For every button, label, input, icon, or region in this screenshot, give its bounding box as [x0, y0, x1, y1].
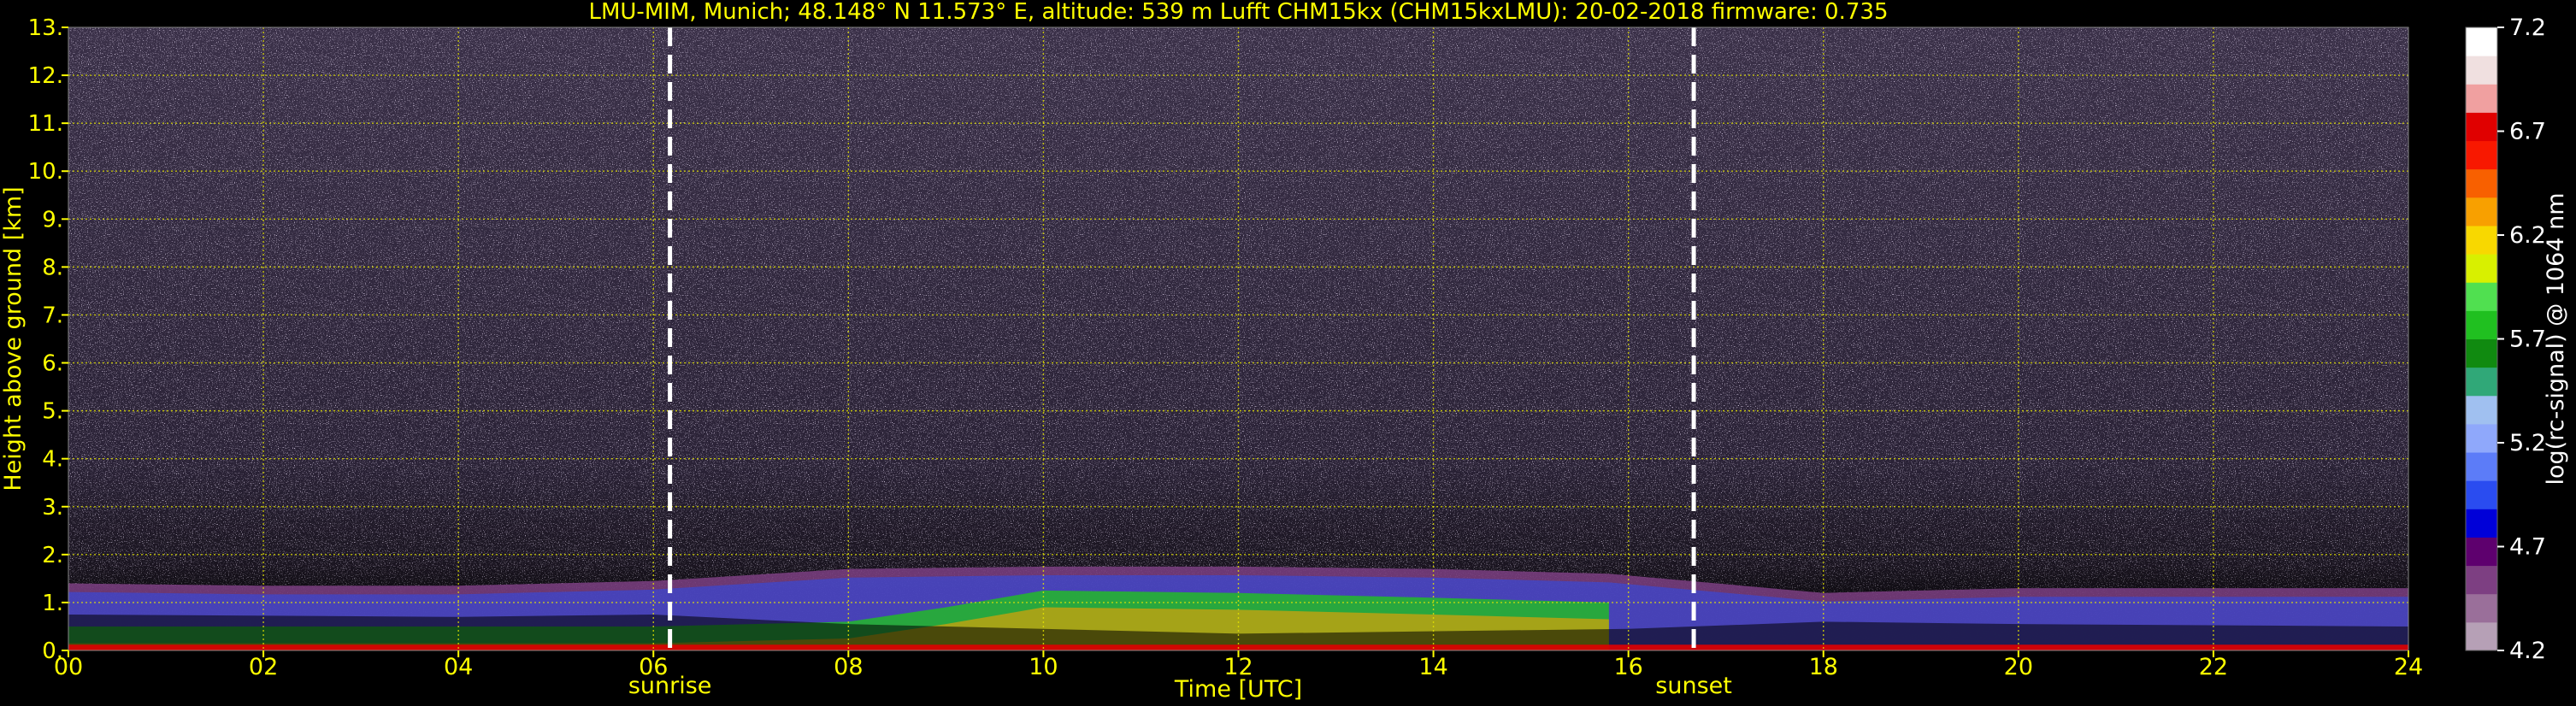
x-tick-label: 10 — [1029, 654, 1058, 680]
colorbar-segment — [2466, 282, 2497, 311]
x-tick-label: 22 — [2199, 654, 2228, 680]
x-tick-label: 06 — [639, 654, 668, 680]
x-tick-label: 00 — [54, 654, 83, 680]
colorbar-segment — [2466, 197, 2497, 227]
y-axis-label: Height above ground [km] — [0, 186, 27, 491]
colorbar-segment — [2466, 140, 2497, 170]
colorbar-segment — [2466, 225, 2497, 255]
colorbar-segment — [2466, 84, 2497, 113]
y-tick-label: 4. — [42, 447, 63, 473]
colorbar-tick-label: 5.2 — [2509, 430, 2546, 456]
y-tick-label: 13. — [28, 15, 63, 41]
chart-title: LMU-MIM, Munich; 48.148° N 11.573° E, al… — [588, 0, 1888, 25]
colorbar: 4.2 4.7 5.2 5.7 6.2 6.7 7.2 — [2465, 15, 2546, 664]
y-tick-label: 6. — [42, 351, 63, 377]
colorbar-segment — [2466, 367, 2497, 397]
colorbar-tick-label: 6.2 — [2509, 222, 2546, 249]
x-tick-label: 08 — [834, 654, 863, 680]
colorbar-segment — [2466, 621, 2497, 651]
y-tick-label: 10. — [28, 159, 63, 185]
y-tick-label: 8. — [42, 255, 63, 280]
y-axis: 0.1.2.3.4.5.6.7.8.9.10.11.12.13. — [28, 15, 68, 664]
event-label-sunset: sunset — [1655, 673, 1732, 699]
colorbar-segment — [2466, 254, 2497, 283]
x-tick-label: 04 — [444, 654, 473, 680]
colorbar-segment — [2466, 565, 2497, 595]
y-tick-label: 5. — [42, 399, 63, 425]
colorbar-segment — [2466, 593, 2497, 623]
colorbar-segment — [2466, 509, 2497, 538]
x-tick-label: 24 — [2394, 654, 2423, 680]
colorbar-segment — [2466, 480, 2497, 509]
y-tick-label: 9. — [42, 207, 63, 232]
y-tick-label: 11. — [28, 111, 63, 137]
colorbar-tick-label: 4.2 — [2509, 638, 2546, 664]
colorbar-segment — [2466, 56, 2497, 85]
colorbar-segment — [2466, 423, 2497, 453]
colorbar-segment — [2466, 452, 2497, 481]
x-tick-label: 16 — [1613, 654, 1642, 680]
colorbar-segment — [2466, 537, 2497, 567]
colorbar-label: log(rc-signal) @ 1064 nm — [2543, 192, 2569, 485]
x-tick-label: 02 — [249, 654, 278, 680]
colorbar-segment — [2466, 395, 2497, 425]
colorbar-tick-label: 5.7 — [2509, 327, 2546, 353]
plot-area — [68, 27, 2408, 650]
colorbar-tick-label: 6.7 — [2509, 119, 2546, 145]
y-tick-label: 2. — [42, 543, 63, 568]
y-tick-label: 12. — [28, 63, 63, 89]
colorbar-segment — [2466, 310, 2497, 339]
y-tick-label: 7. — [42, 303, 63, 328]
colorbar-segment — [2466, 27, 2497, 56]
ceilometer-chart: sunrise sunset 0.1.2.3.4.5.6.7.8.9.10.11.… — [0, 0, 2569, 703]
y-tick-label: 1. — [42, 591, 63, 616]
colorbar-segment — [2466, 112, 2497, 142]
colorbar-segment — [2466, 168, 2497, 198]
x-axis-label: Time [UTC] — [1174, 676, 1302, 703]
colorbar-segment — [2466, 338, 2497, 368]
y-tick-label: 3. — [42, 495, 63, 521]
x-tick-label: 14 — [1418, 654, 1447, 680]
x-tick-label: 18 — [1809, 654, 1838, 680]
colorbar-tick-label: 7.2 — [2509, 15, 2546, 41]
colorbar-tick-label: 4.7 — [2509, 534, 2546, 561]
x-tick-label: 20 — [2004, 654, 2033, 680]
